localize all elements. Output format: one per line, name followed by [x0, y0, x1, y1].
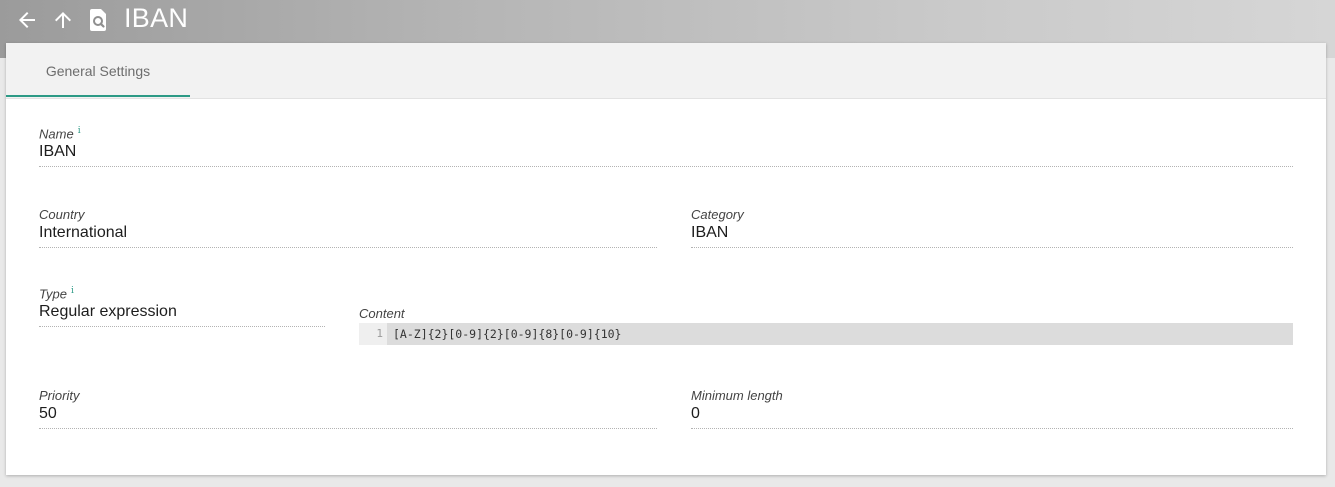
- arrow-up-icon: [55, 12, 71, 28]
- page-title: IBAN: [124, 3, 189, 33]
- name-underline: [39, 166, 1293, 167]
- arrow-left-icon: [19, 12, 35, 28]
- type-label: Type i: [39, 286, 74, 302]
- category-label: Category: [691, 207, 744, 222]
- active-tab-indicator: [6, 95, 190, 97]
- country-underline: [39, 247, 657, 248]
- content-code-editor[interactable]: 1 [A-Z]{2}[0-9]{2}[0-9]{8}[0-9]{10}: [359, 323, 1293, 345]
- country-field[interactable]: Country International: [39, 207, 657, 249]
- priority-underline: [39, 428, 657, 429]
- minimum-length-value: 0: [691, 405, 700, 422]
- document-search-icon: [90, 9, 106, 31]
- minimum-length-underline: [691, 428, 1293, 429]
- category-value: IBAN: [691, 224, 729, 241]
- priority-value: 50: [39, 405, 57, 422]
- top-bar: IBAN: [0, 0, 1335, 42]
- app-icon-container: [85, 6, 113, 34]
- name-label: Name i: [39, 126, 81, 142]
- tab-general-settings[interactable]: General Settings: [6, 43, 190, 98]
- type-field[interactable]: Type i Regular expression: [39, 286, 325, 328]
- info-icon[interactable]: i: [71, 286, 74, 296]
- name-field[interactable]: Name i IBAN: [39, 126, 1293, 168]
- category-underline: [691, 247, 1293, 248]
- content-label-wrap: Content: [359, 306, 559, 322]
- type-value: Regular expression: [39, 303, 177, 320]
- content-label: Content: [359, 306, 405, 321]
- regex-code[interactable]: [A-Z]{2}[0-9]{2}[0-9]{8}[0-9]{10}: [393, 323, 621, 345]
- settings-card: General Settings Name i IBAN Country Inte…: [6, 43, 1326, 475]
- line-number: 1: [359, 323, 387, 345]
- country-value: International: [39, 224, 128, 241]
- tab-bar: General Settings: [6, 43, 1326, 99]
- type-underline: [39, 326, 325, 327]
- priority-label: Priority: [39, 388, 80, 403]
- name-value: IBAN: [39, 143, 77, 160]
- category-field[interactable]: Category IBAN: [691, 207, 1293, 249]
- back-button[interactable]: [13, 6, 41, 34]
- priority-field[interactable]: Priority 50: [39, 388, 657, 430]
- country-label: Country: [39, 207, 85, 222]
- minimum-length-field[interactable]: Minimum length 0: [691, 388, 1293, 430]
- info-icon[interactable]: i: [78, 126, 81, 136]
- up-button[interactable]: [49, 6, 77, 34]
- minimum-length-label: Minimum length: [691, 388, 783, 403]
